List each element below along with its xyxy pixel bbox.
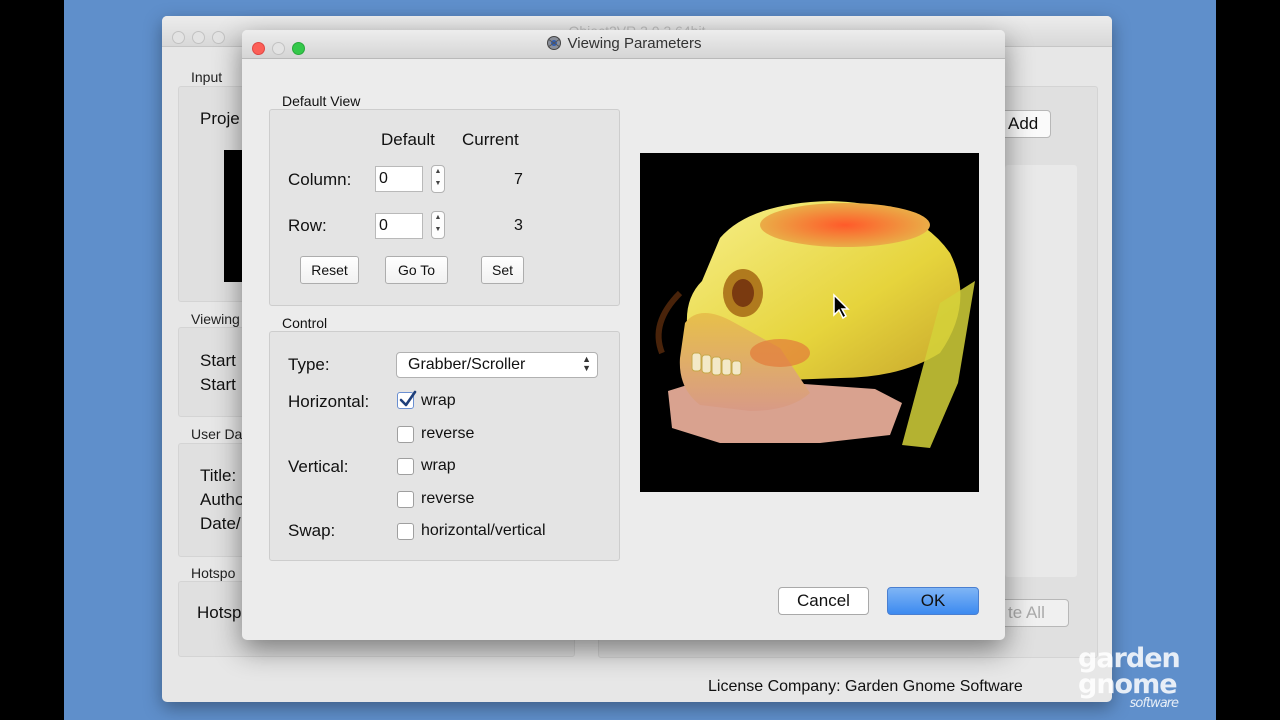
project-thumbnail bbox=[224, 150, 244, 282]
minimize-icon[interactable] bbox=[272, 42, 285, 55]
garden-gnome-logo: garden gnome software bbox=[1078, 645, 1198, 710]
user-data-group-label: User Da bbox=[191, 426, 243, 442]
author-field-label: Autho bbox=[200, 490, 245, 509]
viewing-group-label: Viewing bbox=[191, 311, 240, 327]
dialog-titlebar: Viewing Parameters bbox=[242, 30, 1005, 59]
object-preview-viewer[interactable] bbox=[640, 153, 979, 492]
row-default-input[interactable]: 0 bbox=[375, 213, 423, 239]
start-label-1: Start bbox=[200, 351, 236, 370]
swap-checkbox[interactable] bbox=[397, 523, 414, 540]
horizontal-label: Horizontal: bbox=[288, 392, 370, 411]
row-stepper[interactable]: ▲ ▼ bbox=[431, 211, 445, 239]
column-stepper[interactable]: ▲ ▼ bbox=[431, 165, 445, 193]
close-icon[interactable] bbox=[252, 42, 265, 55]
vertical-reverse-checkbox[interactable] bbox=[397, 491, 414, 508]
type-select-value: Grabber/Scroller bbox=[408, 356, 526, 373]
start-label-2: Start bbox=[200, 375, 236, 394]
dialog-title: Viewing Parameters bbox=[567, 35, 702, 52]
cancel-button[interactable]: Cancel bbox=[778, 587, 869, 615]
close-icon[interactable] bbox=[172, 31, 185, 44]
mouse-cursor-icon bbox=[833, 293, 850, 319]
minimize-icon[interactable] bbox=[192, 31, 205, 44]
current-column-header: Current bbox=[462, 130, 519, 149]
reset-button[interactable]: Reset bbox=[300, 256, 359, 284]
default-column-header: Default bbox=[381, 130, 435, 149]
date-field-label: Date/ bbox=[200, 514, 241, 533]
hotspots-label: Hotsp bbox=[197, 603, 242, 622]
vertical-wrap-checkbox[interactable] bbox=[397, 458, 414, 475]
select-arrows-icon: ▲ ▼ bbox=[582, 354, 591, 373]
hotspots-group-label: Hotspo bbox=[191, 565, 236, 581]
row-label: Row: bbox=[288, 216, 327, 235]
type-label: Type: bbox=[288, 355, 330, 374]
zoom-icon[interactable] bbox=[292, 42, 305, 55]
delete-all-button[interactable]: te All bbox=[995, 599, 1069, 627]
row-current-value: 3 bbox=[514, 217, 523, 234]
vertical-reverse-label[interactable]: reverse bbox=[421, 490, 474, 508]
file-list[interactable] bbox=[1005, 165, 1077, 577]
swap-label: Swap: bbox=[288, 521, 336, 540]
swap-option-label[interactable]: horizontal/vertical bbox=[421, 522, 546, 540]
zoom-icon[interactable] bbox=[212, 31, 225, 44]
checkmark-icon bbox=[399, 390, 417, 407]
column-current-value: 7 bbox=[514, 171, 523, 188]
dialog-window-controls bbox=[252, 37, 312, 65]
set-button[interactable]: Set bbox=[481, 256, 524, 284]
horizontal-wrap-checkbox[interactable] bbox=[397, 390, 417, 409]
title-field-label: Title: bbox=[200, 466, 237, 485]
column-label: Column: bbox=[288, 170, 352, 189]
project-label: Proje bbox=[200, 109, 240, 128]
input-group-label: Input bbox=[191, 69, 223, 85]
skull-preview-image bbox=[655, 201, 975, 448]
control-section-label: Control bbox=[282, 315, 328, 331]
type-select[interactable]: Grabber/Scroller ▲ ▼ bbox=[396, 352, 598, 378]
default-view-section-label: Default View bbox=[282, 93, 361, 109]
app-icon bbox=[546, 36, 561, 50]
vertical-label: Vertical: bbox=[288, 457, 349, 476]
goto-button[interactable]: Go To bbox=[385, 256, 448, 284]
column-default-input[interactable]: 0 bbox=[375, 166, 423, 192]
horizontal-wrap-label[interactable]: wrap bbox=[421, 392, 456, 410]
horizontal-reverse-checkbox[interactable] bbox=[397, 426, 414, 443]
main-window-controls bbox=[172, 24, 232, 54]
horizontal-reverse-label[interactable]: reverse bbox=[421, 425, 474, 443]
license-text: License Company: Garden Gnome Software bbox=[708, 678, 1023, 695]
vertical-wrap-label[interactable]: wrap bbox=[421, 457, 456, 475]
ok-button[interactable]: OK bbox=[887, 587, 979, 615]
